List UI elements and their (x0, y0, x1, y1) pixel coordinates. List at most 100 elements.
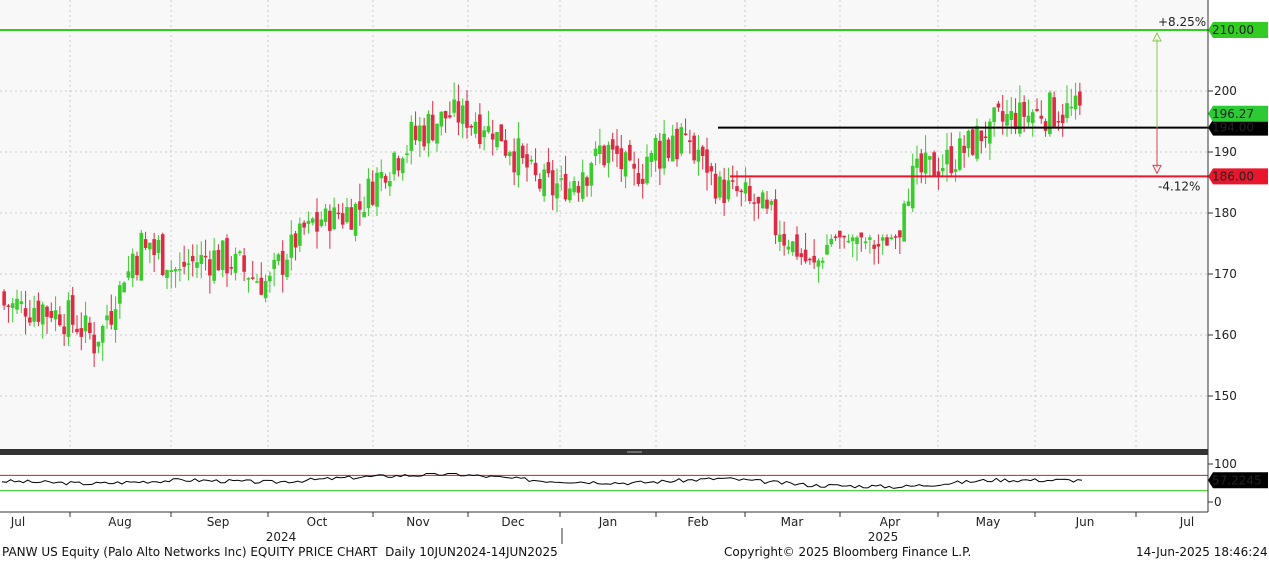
candle-down (340, 213, 345, 225)
candle-down (782, 233, 786, 246)
candle-up (126, 271, 131, 278)
candle-up (435, 123, 439, 144)
last-price-label: 196.27 (1212, 107, 1254, 121)
candle-up (186, 263, 191, 265)
level-label: 210.00 (1212, 23, 1254, 37)
candle-up (220, 240, 225, 271)
candle-up (1018, 102, 1022, 134)
candle-up (32, 308, 36, 322)
candle-down (152, 239, 156, 256)
y-tick-label: 160 (1214, 328, 1237, 342)
candle-up (653, 137, 658, 161)
candle-down (225, 238, 229, 274)
candle-down (752, 202, 756, 204)
candle-down (229, 267, 234, 269)
x-tick-label: Jul (1179, 515, 1194, 529)
candle-up (1073, 95, 1078, 110)
candle-up (238, 251, 242, 254)
candle-up (786, 246, 791, 250)
candle-down (970, 129, 975, 155)
candle-down (443, 111, 448, 119)
candle-down (336, 212, 341, 215)
candle-up (790, 241, 795, 253)
candle-down (430, 114, 435, 141)
candle-up (486, 126, 491, 132)
candle-up (289, 234, 294, 258)
candle-down (503, 140, 508, 156)
candle-down (413, 125, 418, 141)
candle-up (516, 138, 521, 176)
candle-up (276, 254, 281, 262)
candle-down (876, 243, 881, 247)
candle-up (426, 114, 431, 144)
candle-up (285, 259, 289, 278)
candle-down (632, 163, 636, 169)
candle-up (679, 127, 684, 154)
candle-down (456, 101, 461, 123)
candle-up (323, 208, 328, 222)
candle-up (846, 240, 851, 243)
candle-up (816, 260, 821, 267)
candle-down (533, 162, 538, 176)
candle-up (392, 152, 396, 175)
candle-down (666, 139, 671, 158)
candle-up (263, 281, 268, 299)
candle-down (1052, 97, 1056, 127)
candle-down (949, 146, 954, 174)
x-tick-label: Dec (501, 515, 524, 529)
candle-down (349, 207, 354, 230)
candle-down (983, 136, 988, 138)
candle-down (602, 145, 606, 166)
candle-up (439, 111, 444, 127)
candle-down (808, 258, 812, 261)
candle-down (628, 144, 632, 161)
candle-up (366, 178, 371, 209)
candle-down (478, 114, 482, 145)
candle-down (293, 233, 298, 248)
candle-down (705, 149, 709, 173)
candle-down (358, 201, 362, 210)
candle-down (610, 139, 615, 150)
rsi-last-label: 57.2245 (1212, 473, 1262, 487)
candle-down (190, 255, 195, 262)
candle-up (966, 130, 971, 149)
candle-up (718, 176, 722, 198)
price-plot-area (0, 0, 1208, 452)
candle-up (645, 156, 649, 184)
candle-up (100, 325, 105, 343)
price-chart: 210.00 +8.25% 194.00 186.00 -4.12% 196.27 150… (0, 0, 1269, 545)
candle-up (568, 188, 572, 201)
candle-down (49, 311, 54, 318)
candle-down (512, 151, 516, 173)
candle-up (825, 244, 829, 255)
candle-down (748, 186, 752, 201)
candle-up (173, 269, 178, 272)
candle-up (113, 309, 118, 330)
x-tick-label: Feb (687, 515, 708, 529)
candle-up (880, 237, 885, 241)
candle-down (962, 145, 966, 153)
candle-up (928, 156, 932, 160)
candle-up (598, 145, 602, 155)
candle-down (803, 249, 808, 262)
candle-up (889, 237, 894, 240)
candle-down (2, 291, 6, 306)
candle-down (182, 261, 186, 267)
footer-timestamp: 14-Jun-2025 18:46:24 (1136, 545, 1268, 559)
candle-up (268, 275, 272, 282)
candle-down (898, 230, 902, 238)
candle-up (122, 282, 126, 293)
footer-chart-title: PANW US Equity (Palo Alto Networks Inc) … (2, 545, 558, 559)
candle-up (19, 301, 24, 305)
candle-down (465, 100, 469, 128)
candle-up (542, 169, 546, 197)
candle-up (178, 268, 182, 271)
candle-down (563, 173, 568, 200)
candle-up (10, 303, 15, 308)
candle-down (499, 124, 504, 142)
candle-down (1039, 115, 1044, 119)
candle-down (658, 140, 662, 169)
x-tick-label: Nov (406, 515, 429, 529)
candle-down (160, 234, 165, 275)
candle-down (45, 306, 49, 317)
